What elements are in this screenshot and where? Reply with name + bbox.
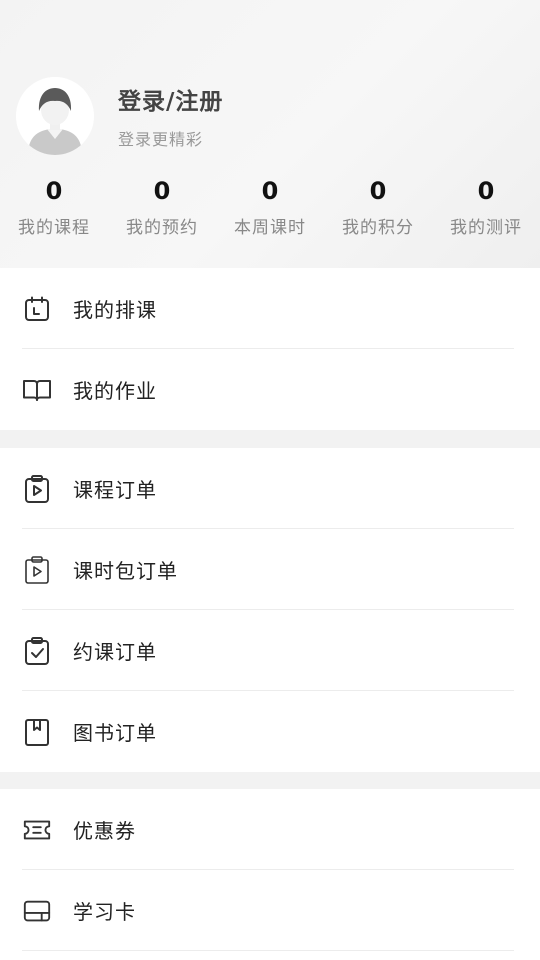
menu-item-book-orders[interactable]: 图书订单 bbox=[0, 691, 540, 772]
menu-item-coupons[interactable]: 优惠券 bbox=[0, 789, 540, 870]
menu-item-label: 优惠券 bbox=[73, 819, 136, 843]
menu-item-booking-orders[interactable]: 约课订单 bbox=[0, 610, 540, 691]
menu-item-hour-package-orders[interactable]: 课时包订单 bbox=[0, 529, 540, 610]
profile-header: 登录/注册 登录更精彩 0 我的课程 0 我的预约 0 本周课时 0 我的积分 … bbox=[0, 0, 540, 268]
menu-item-course-orders[interactable]: 课程订单 bbox=[0, 448, 540, 529]
clipboard-play-icon bbox=[22, 555, 52, 585]
stats-bar: 0 我的课程 0 我的预约 0 本周课时 0 我的积分 0 我的测评 bbox=[0, 176, 540, 238]
menu-section-benefits: 优惠券 学习卡 bbox=[0, 789, 540, 960]
stat-weekly-hours[interactable]: 0 本周课时 bbox=[216, 176, 324, 238]
book-open-icon bbox=[22, 375, 52, 405]
default-avatar-icon bbox=[16, 77, 94, 155]
login-register-link[interactable]: 登录/注册 bbox=[118, 82, 223, 116]
card-icon bbox=[22, 896, 52, 926]
clipboard-check-icon bbox=[22, 636, 52, 666]
stat-my-courses[interactable]: 0 我的课程 bbox=[0, 176, 108, 238]
menu-item-label: 学习卡 bbox=[73, 900, 136, 924]
ticket-icon bbox=[22, 815, 52, 845]
stat-my-assessments[interactable]: 0 我的测评 bbox=[432, 176, 540, 238]
stat-label: 我的测评 bbox=[450, 218, 522, 238]
calendar-icon bbox=[22, 294, 52, 324]
clipboard-play-icon bbox=[22, 474, 52, 504]
menu-item-my-homework[interactable]: 我的作业 bbox=[0, 349, 540, 430]
menu-item-label: 课程订单 bbox=[73, 478, 157, 502]
stat-label: 我的积分 bbox=[342, 218, 414, 238]
profile-area[interactable]: 登录/注册 登录更精彩 bbox=[16, 77, 223, 155]
stat-label: 我的课程 bbox=[18, 218, 90, 238]
divider bbox=[22, 950, 514, 951]
stat-value: 0 bbox=[477, 177, 495, 205]
menu-item-label: 我的作业 bbox=[73, 379, 157, 403]
login-subtitle: 登录更精彩 bbox=[118, 130, 204, 149]
menu-section-study: 我的排课 我的作业 bbox=[0, 268, 540, 430]
bookmark-book-icon bbox=[22, 717, 52, 747]
avatar[interactable] bbox=[16, 77, 94, 155]
stat-value: 0 bbox=[261, 177, 279, 205]
menu-item-my-schedule[interactable]: 我的排课 bbox=[0, 268, 540, 349]
menu-item-label: 我的排课 bbox=[73, 298, 157, 322]
menu-item-label: 课时包订单 bbox=[73, 559, 178, 583]
stat-my-bookings[interactable]: 0 我的预约 bbox=[108, 176, 216, 238]
stat-my-points[interactable]: 0 我的积分 bbox=[324, 176, 432, 238]
menu-item-label: 图书订单 bbox=[73, 721, 157, 745]
stat-label: 我的预约 bbox=[126, 218, 198, 238]
stat-value: 0 bbox=[153, 177, 171, 205]
stat-label: 本周课时 bbox=[234, 218, 306, 238]
menu-item-label: 约课订单 bbox=[73, 640, 157, 664]
stat-value: 0 bbox=[45, 177, 63, 205]
menu-section-orders: 课程订单 课时包订单 约课订单 图书订单 bbox=[0, 448, 540, 772]
menu-item-study-card[interactable]: 学习卡 bbox=[0, 870, 540, 951]
stat-value: 0 bbox=[369, 177, 387, 205]
